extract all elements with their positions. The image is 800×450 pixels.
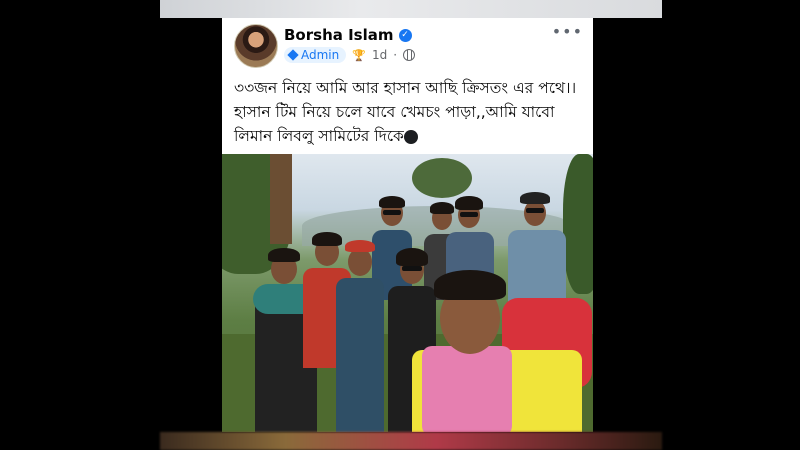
- author-name[interactable]: Borsha Islam: [284, 26, 394, 44]
- palm-tree: [412, 158, 472, 198]
- admin-label: Admin: [301, 48, 340, 62]
- facebook-post-card: Borsha Islam ✓ Admin 🏆 1d · ••• ৩৩জন নিয…: [222, 18, 593, 432]
- more-options-button[interactable]: •••: [552, 22, 583, 41]
- author-name-row: Borsha Islam ✓: [284, 26, 412, 44]
- post-text: ৩৩জন নিয়ে আমি আর হাসান আছি ক্রিসতং এর প…: [234, 76, 584, 148]
- post-meta: Admin 🏆 1d ·: [284, 47, 416, 63]
- post-time[interactable]: 1d: [372, 48, 387, 62]
- separator-dot: ·: [393, 48, 398, 62]
- hiker-front-3: [330, 234, 390, 432]
- blurred-background-bottom: [160, 432, 662, 450]
- admin-diamond-icon: [287, 49, 299, 61]
- verified-check-icon: ✓: [398, 28, 412, 42]
- selfie-taker: [412, 264, 593, 432]
- author-avatar[interactable]: [234, 24, 278, 68]
- admin-badge[interactable]: Admin: [284, 47, 347, 63]
- black-heart-icon: [403, 129, 418, 144]
- globe-icon[interactable]: [403, 49, 416, 61]
- tree-trunk: [270, 154, 292, 244]
- blurred-background-top: [160, 0, 662, 18]
- trophy-icon: 🏆: [352, 48, 366, 62]
- post-header: Borsha Islam ✓ Admin 🏆 1d · •••: [222, 18, 593, 74]
- post-photo[interactable]: [222, 154, 593, 432]
